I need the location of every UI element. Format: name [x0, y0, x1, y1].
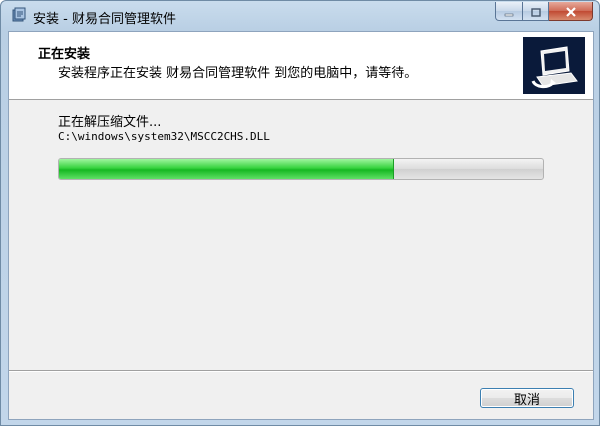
window-title: 安装 - 财易合同管理软件 [33, 12, 176, 27]
maximize-icon [530, 2, 541, 21]
page-subtitle: 安装程序正在安装 财易合同管理软件 到您的电脑中，请等待。 [58, 66, 418, 81]
cancel-button[interactable]: 取消 [480, 388, 574, 408]
minimize-button[interactable] [495, 2, 523, 21]
installer-computer-icon [523, 37, 585, 94]
maximize-button[interactable] [523, 2, 549, 21]
minimize-icon [504, 2, 514, 21]
close-button[interactable] [549, 2, 593, 21]
progress-fill [59, 159, 394, 179]
close-icon [565, 2, 577, 21]
wizard-client-area: 正在安装 安装程序正在安装 财易合同管理软件 到您的电脑中，请等待。 正在解压缩… [8, 31, 594, 420]
installer-window: 安装 - 财易合同管理软件 正在安装 安装程序正在安装 财易合同管理软件 到您的… [0, 0, 600, 426]
wizard-header: 正在安装 安装程序正在安装 财易合同管理软件 到您的电脑中，请等待。 [9, 32, 593, 100]
installer-icon [11, 7, 27, 23]
status-label: 正在解压缩文件... [58, 115, 162, 130]
title-bar[interactable]: 安装 - 财易合同管理软件 [1, 1, 599, 31]
wizard-body: 正在解压缩文件... C:\windows\system32\MSCC2CHS.… [9, 100, 593, 370]
install-progress-bar [58, 158, 544, 180]
footer-separator [9, 370, 593, 372]
page-title: 正在安装 [38, 47, 91, 62]
caption-buttons [495, 2, 593, 22]
current-file-path: C:\windows\system32\MSCC2CHS.DLL [58, 130, 270, 143]
